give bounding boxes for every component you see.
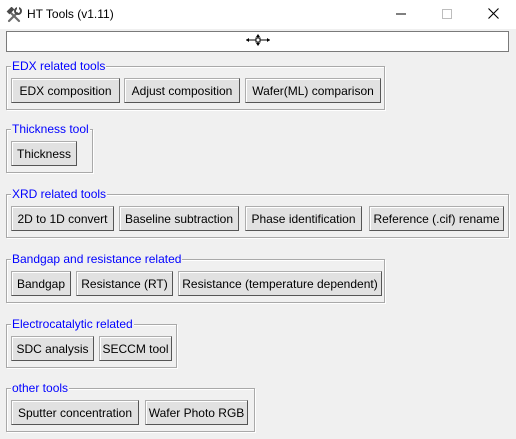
wafer-photo-rgb-button[interactable]: Wafer Photo RGB [145, 400, 248, 425]
bandgap-resistance-group: Bandgap and resistance related Bandgap R… [6, 252, 385, 303]
window-title: HT Tools (v1.11) [27, 7, 114, 21]
baseline-subtraction-button[interactable]: Baseline subtraction [119, 206, 239, 231]
bandgap-button[interactable]: Bandgap [11, 271, 71, 296]
minimize-button[interactable] [378, 0, 424, 29]
phase-identification-button[interactable]: Phase identification [245, 206, 362, 231]
close-icon [487, 7, 499, 22]
toolbar-handle[interactable] [6, 31, 509, 52]
close-button[interactable] [470, 0, 516, 29]
wafer-ml-comparison-button[interactable]: Wafer(ML) comparison [245, 78, 381, 103]
bandgap-resistance-label: Bandgap and resistance related [11, 252, 183, 266]
other-tools-group: other tools Sputter concentration Wafer … [6, 381, 255, 432]
minimize-icon [396, 8, 406, 22]
seccm-tool-button[interactable]: SECCM tool [99, 336, 172, 361]
resistance-rt-button[interactable]: Resistance (RT) [76, 271, 173, 296]
move-handle-icon [245, 34, 271, 49]
adjust-composition-button[interactable]: Adjust composition [124, 78, 240, 103]
maximize-icon [442, 8, 452, 22]
other-tools-label: other tools [11, 381, 70, 395]
thickness-button[interactable]: Thickness [11, 141, 77, 166]
xrd-tools-label: XRD related tools [11, 187, 108, 201]
sputter-concentration-button[interactable]: Sputter concentration [11, 400, 139, 425]
thickness-tool-group: Thickness tool Thickness [6, 122, 93, 173]
thickness-tool-label: Thickness tool [11, 122, 90, 136]
electrocatalytic-group: Electrocatalytic related SDC analysis SE… [6, 317, 177, 368]
reference-cif-rename-button[interactable]: Reference (.cif) rename [369, 206, 504, 231]
edx-tools-label: EDX related tools [11, 59, 107, 73]
electrocatalytic-label: Electrocatalytic related [11, 317, 134, 331]
sdc-analysis-button[interactable]: SDC analysis [11, 336, 94, 361]
window-content: EDX related tools EDX composition Adjust… [0, 29, 516, 439]
resistance-temperature-dependent-button[interactable]: Resistance (temperature dependent) [178, 271, 382, 296]
2d-to-1d-convert-button[interactable]: 2D to 1D convert [11, 206, 114, 231]
maximize-button[interactable] [424, 0, 470, 29]
title-bar: HT Tools (v1.11) [0, 0, 516, 29]
xrd-tools-group: XRD related tools 2D to 1D convert Basel… [6, 187, 509, 238]
edx-composition-button[interactable]: EDX composition [11, 78, 120, 103]
edx-tools-group: EDX related tools EDX composition Adjust… [6, 59, 385, 110]
hammer-wrench-icon [6, 6, 22, 23]
